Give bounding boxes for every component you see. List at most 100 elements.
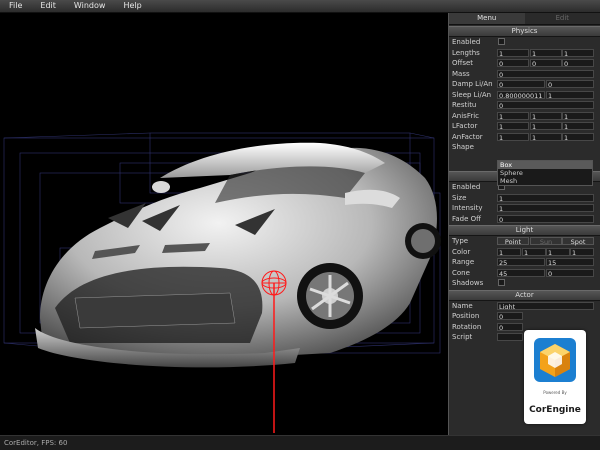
anfactor-x-field[interactable]: 1 (497, 132, 529, 141)
light-type-spot[interactable]: Spot (562, 237, 594, 246)
shaft-fadeoff-row: Fade Off 0 (449, 214, 600, 225)
damp-linear-field[interactable]: 0 (497, 80, 545, 88)
lfactor-row: LFactor 1 1 1 (449, 121, 600, 132)
shape-option-sphere[interactable]: Sphere (498, 169, 592, 177)
logo-caption: Powered By (543, 390, 567, 395)
light-color-r-field[interactable]: 1 (497, 247, 521, 256)
light-shadows-row: Shadows (449, 278, 600, 289)
actor-position-field[interactable]: 0 (497, 312, 523, 320)
panel-tabs: Menu Edit (449, 13, 600, 25)
shaft-intensity-row: Intensity 1 (449, 203, 600, 214)
tab-menu[interactable]: Menu (449, 13, 525, 24)
shaft-fadeoff-field[interactable]: 0 (497, 214, 594, 223)
shaft-size-row: Size 1 (449, 193, 600, 204)
light-color-row: Color 1 1 1 1 (449, 247, 600, 258)
offset-row: Offset 0 0 0 (449, 58, 600, 69)
damp-label: Damp Li/An (452, 80, 493, 88)
menu-window[interactable]: Window (65, 0, 115, 12)
logo-name: CorEngine (529, 405, 581, 415)
menu-help[interactable]: Help (114, 0, 150, 12)
actor-script-field[interactable] (497, 333, 523, 341)
lengths-label: Lengths (452, 48, 480, 57)
scene-viewport[interactable] (0, 13, 448, 435)
shaft-size-label: Size (452, 193, 467, 202)
shaft-fadeoff-label: Fade Off (452, 214, 481, 223)
menu-file[interactable]: File (0, 0, 31, 12)
light-cone-row: Cone 45 0 (449, 268, 600, 279)
shaft-enabled-label: Enabled (452, 183, 481, 191)
sleep-linear-field[interactable]: 0.800000011 (497, 90, 545, 99)
status-bar: CorEditor, FPS: 60 (0, 435, 600, 450)
actor-position-row: Position 0 (449, 311, 600, 322)
restitution-label: Restitu (452, 101, 477, 109)
physics-header[interactable]: Physics (449, 26, 600, 37)
light-type-row: Type Point Sun Spot (449, 236, 600, 247)
light-range-label: Range (452, 258, 475, 266)
lfactor-z-field[interactable]: 1 (562, 122, 594, 130)
anisfric-y-field[interactable]: 1 (530, 111, 562, 120)
lengths-row: Lengths 1 1 1 (449, 48, 600, 59)
anfactor-y-field[interactable]: 1 (530, 132, 562, 141)
offset-y-field[interactable]: 0 (530, 59, 562, 67)
anisfric-row: AnisFric 1 1 1 (449, 111, 600, 122)
anfactor-label: AnFactor (452, 132, 483, 141)
light-color-g-field[interactable]: 1 (522, 247, 546, 256)
light-type-sun[interactable]: Sun (530, 237, 562, 246)
shaft-size-field[interactable]: 1 (497, 193, 594, 202)
shape-listbox[interactable]: Box Sphere Mesh (497, 160, 593, 186)
damp-angular-field[interactable]: 0 (546, 80, 594, 88)
lfactor-label: LFactor (452, 122, 478, 130)
anisfric-x-field[interactable]: 1 (497, 111, 529, 120)
lfactor-x-field[interactable]: 1 (497, 122, 529, 130)
light-range-field[interactable]: 25 (497, 258, 545, 266)
physics-enabled-label: Enabled (452, 38, 481, 46)
light-shadows-checkbox[interactable] (498, 279, 505, 286)
actor-name-field[interactable]: Light (497, 301, 594, 310)
shape-option-mesh[interactable]: Mesh (498, 177, 592, 185)
light-cone-field[interactable]: 45 (497, 268, 545, 277)
light-range-secondary-field[interactable]: 15 (546, 258, 594, 266)
lengths-z-field[interactable]: 1 (562, 48, 594, 57)
tab-edit[interactable]: Edit (524, 13, 600, 24)
light-shadows-label: Shadows (452, 279, 484, 287)
mass-label: Mass (452, 69, 470, 78)
light-color-b-field[interactable]: 1 (546, 247, 570, 256)
light-color-label: Color (452, 247, 471, 256)
actor-rotation-field[interactable]: 0 (497, 322, 523, 331)
actor-rotation-label: Rotation (452, 322, 482, 331)
lfactor-y-field[interactable]: 1 (530, 122, 562, 130)
actor-name-row: Name Light (449, 301, 600, 312)
menu-edit[interactable]: Edit (31, 0, 65, 12)
light-color-a-field[interactable]: 1 (570, 247, 594, 256)
damp-row: Damp Li/An 0 0 (449, 79, 600, 90)
physics-enabled-checkbox[interactable] (498, 38, 505, 45)
light-cone-secondary-field[interactable]: 0 (546, 268, 594, 277)
mass-field[interactable]: 0 (497, 69, 594, 78)
anisfric-label: AnisFric (452, 111, 480, 120)
offset-label: Offset (452, 59, 474, 67)
mass-row: Mass 0 (449, 69, 600, 80)
menu-bar: File Edit Window Help (0, 0, 600, 13)
restitution-field[interactable]: 0 (497, 101, 594, 109)
light-header[interactable]: Light (449, 225, 600, 236)
car-body (35, 142, 441, 368)
sleep-label: Sleep Li/An (452, 90, 492, 99)
light-type-point[interactable]: Point (497, 237, 529, 246)
shape-label: Shape (452, 143, 474, 151)
offset-z-field[interactable]: 0 (562, 59, 594, 67)
shaft-intensity-field[interactable]: 1 (497, 204, 594, 212)
sleep-angular-field[interactable]: 1 (546, 90, 594, 99)
offset-x-field[interactable]: 0 (497, 59, 529, 67)
restitution-row: Restitu 0 (449, 100, 600, 111)
lengths-y-field[interactable]: 1 (530, 48, 562, 57)
actor-header[interactable]: Actor (449, 289, 600, 301)
corengine-logo: Powered By CorEngine (524, 330, 586, 424)
anfactor-z-field[interactable]: 1 (562, 132, 594, 141)
lengths-x-field[interactable]: 1 (497, 48, 529, 57)
physics-enabled-row: Enabled (449, 37, 600, 48)
anisfric-z-field[interactable]: 1 (562, 111, 594, 120)
actor-position-label: Position (452, 312, 480, 320)
light-cone-label: Cone (452, 268, 470, 277)
shape-option-box[interactable]: Box (498, 161, 592, 169)
car-render (3, 132, 441, 433)
